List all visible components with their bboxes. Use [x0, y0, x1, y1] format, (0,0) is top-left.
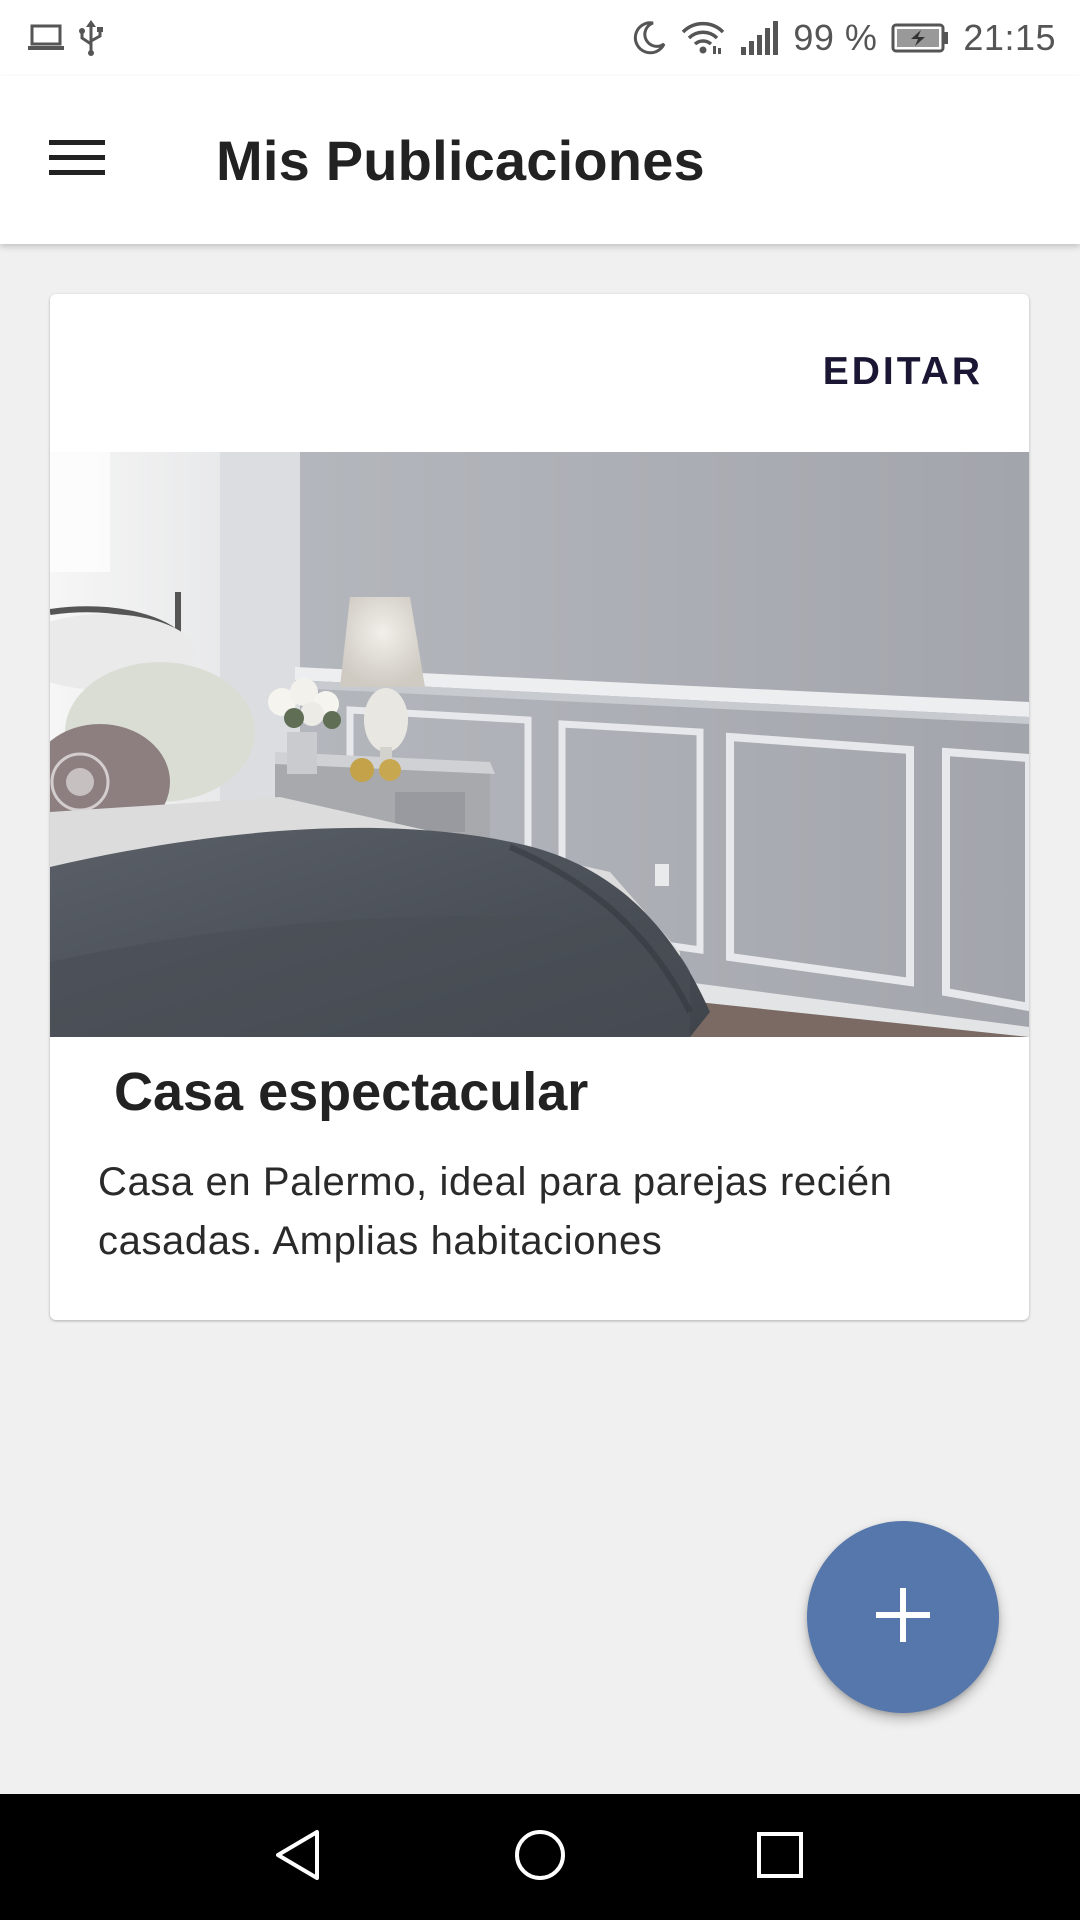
edit-button[interactable]: EDITAR: [821, 340, 985, 404]
back-button[interactable]: [228, 1794, 368, 1920]
recents-square-icon: [756, 1831, 804, 1884]
add-publication-button[interactable]: [807, 1521, 999, 1713]
plus-icon: [873, 1585, 933, 1650]
battery-percent: 99 %: [793, 17, 878, 58]
publication-card[interactable]: EDITAR Casa espectacular Casa en Palermo…: [50, 294, 1029, 1320]
page-title: Mis Publicaciones: [216, 128, 705, 192]
recents-button[interactable]: [710, 1794, 850, 1920]
hamburger-menu-icon: [49, 136, 105, 185]
status-right: 99 % 21:15: [631, 17, 1056, 59]
app-bar: Mis Publicaciones: [0, 76, 1080, 244]
card-actions: EDITAR: [50, 294, 1029, 452]
back-triangle-icon: [273, 1828, 323, 1887]
wifi-icon: [681, 20, 725, 56]
publication-description: Casa en Palermo, ideal para parejas reci…: [98, 1160, 893, 1263]
status-bar: 99 % 21:15: [0, 0, 1080, 76]
navigation-bar: [0, 1794, 1080, 1920]
home-button[interactable]: [470, 1794, 610, 1920]
usb-icon: [78, 20, 104, 56]
battery-charging-icon: [891, 23, 949, 53]
status-left: [28, 20, 104, 56]
home-circle-icon: [513, 1828, 567, 1887]
menu-button[interactable]: [22, 105, 132, 215]
clock: 21:15: [963, 17, 1056, 58]
bedroom-photo: [50, 452, 1029, 1037]
signal-icon: [739, 21, 779, 55]
publication-title: Casa espectacular: [114, 1062, 589, 1122]
laptop-icon: [28, 23, 64, 53]
moon-icon: [631, 20, 667, 56]
